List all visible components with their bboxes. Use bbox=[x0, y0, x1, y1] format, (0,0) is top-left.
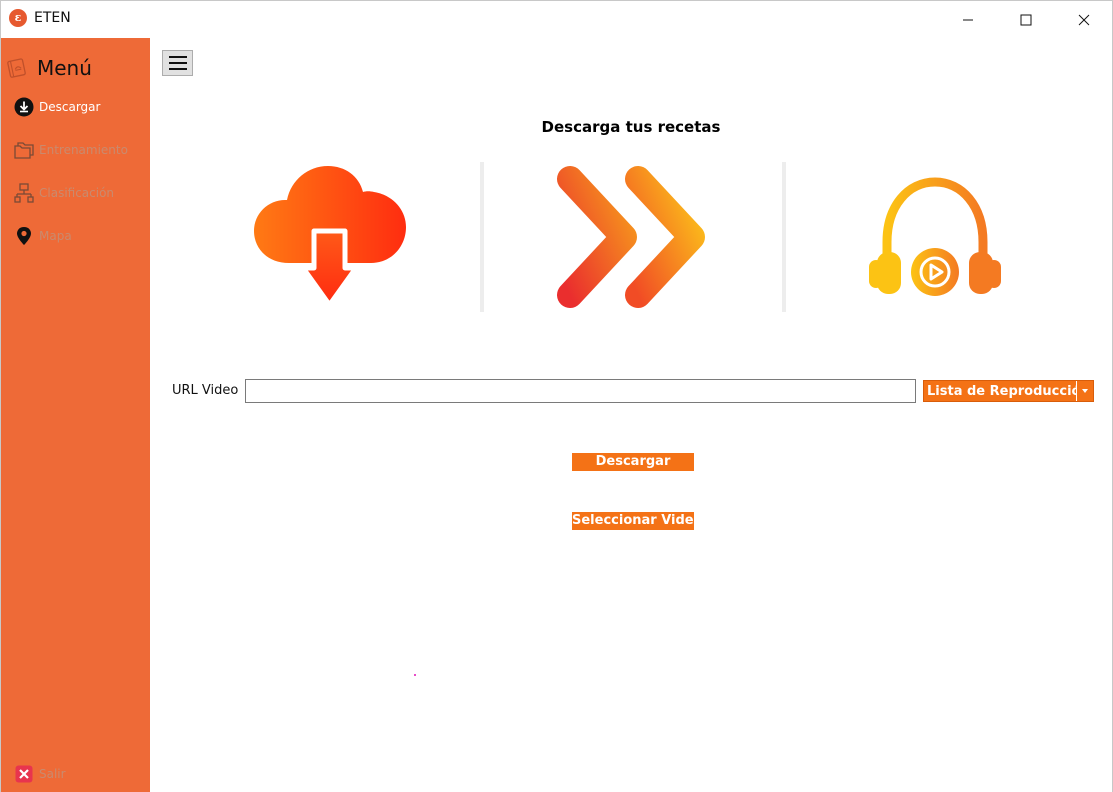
select-value: Lista de Reproducció bbox=[927, 383, 1076, 399]
exit-x-icon bbox=[14, 764, 34, 784]
chevron-down-icon bbox=[1082, 389, 1088, 393]
maximize-icon bbox=[1020, 14, 1032, 25]
download-button[interactable]: Descargar bbox=[572, 453, 694, 471]
folders-icon bbox=[14, 140, 34, 160]
sidebar-item-entrenamiento[interactable]: Entrenamiento bbox=[14, 139, 128, 161]
headphones-play-icon bbox=[869, 177, 1001, 296]
sitemap-icon bbox=[14, 183, 34, 203]
map-pin-icon bbox=[14, 226, 34, 246]
sidebar-item-clasificacion[interactable]: Clasificación bbox=[14, 182, 114, 204]
sidebar-item-label: Clasificación bbox=[39, 186, 115, 200]
main-content: Descarga tus recetas URL Video Lista de … bbox=[150, 38, 1112, 792]
divider bbox=[782, 162, 786, 312]
stray-pixel bbox=[414, 674, 416, 676]
sidebar: Menú Descargar Entrenamiento Clasificaci… bbox=[1, 38, 150, 792]
page-title: Descarga tus recetas bbox=[541, 118, 721, 136]
sidebar-item-mapa[interactable]: Mapa bbox=[14, 225, 72, 247]
exit-button[interactable]: Salir bbox=[14, 763, 66, 785]
divider bbox=[480, 162, 484, 312]
minimize-button[interactable] bbox=[939, 1, 997, 38]
menu-toggle-button[interactable] bbox=[162, 50, 193, 76]
url-label: URL Video bbox=[172, 383, 239, 398]
minimize-icon bbox=[963, 19, 973, 20]
close-button[interactable] bbox=[1055, 1, 1113, 38]
app-logo-icon: ε bbox=[9, 9, 27, 27]
dropdown-arrow-button[interactable] bbox=[1076, 381, 1093, 401]
download-circle-icon bbox=[14, 97, 34, 117]
sidebar-item-label: Descargar bbox=[39, 100, 101, 114]
close-icon bbox=[1078, 14, 1090, 25]
recipe-book-icon bbox=[7, 58, 26, 78]
sidebar-item-label: Mapa bbox=[39, 229, 72, 243]
app-window: ε ETEN Menú Descargar Entrenamiento Clas… bbox=[0, 0, 1113, 792]
sidebar-title: Menú bbox=[37, 56, 92, 80]
select-video-button[interactable]: Seleccionar Video bbox=[572, 512, 694, 530]
sidebar-item-descargar[interactable]: Descargar bbox=[14, 96, 100, 118]
title-bar: ε ETEN bbox=[1, 1, 1112, 38]
url-input[interactable] bbox=[245, 379, 916, 403]
playlist-mode-select[interactable]: Lista de Reproducció bbox=[923, 380, 1094, 402]
window-title: ETEN bbox=[34, 10, 71, 26]
maximize-button[interactable] bbox=[997, 1, 1055, 38]
sidebar-header: Menú bbox=[6, 56, 92, 80]
hamburger-icon bbox=[168, 56, 187, 58]
cloud-download-icon bbox=[254, 166, 406, 308]
exit-label: Salir bbox=[39, 767, 66, 781]
sidebar-item-label: Entrenamiento bbox=[39, 143, 128, 157]
double-chevron-right-icon bbox=[557, 166, 705, 308]
